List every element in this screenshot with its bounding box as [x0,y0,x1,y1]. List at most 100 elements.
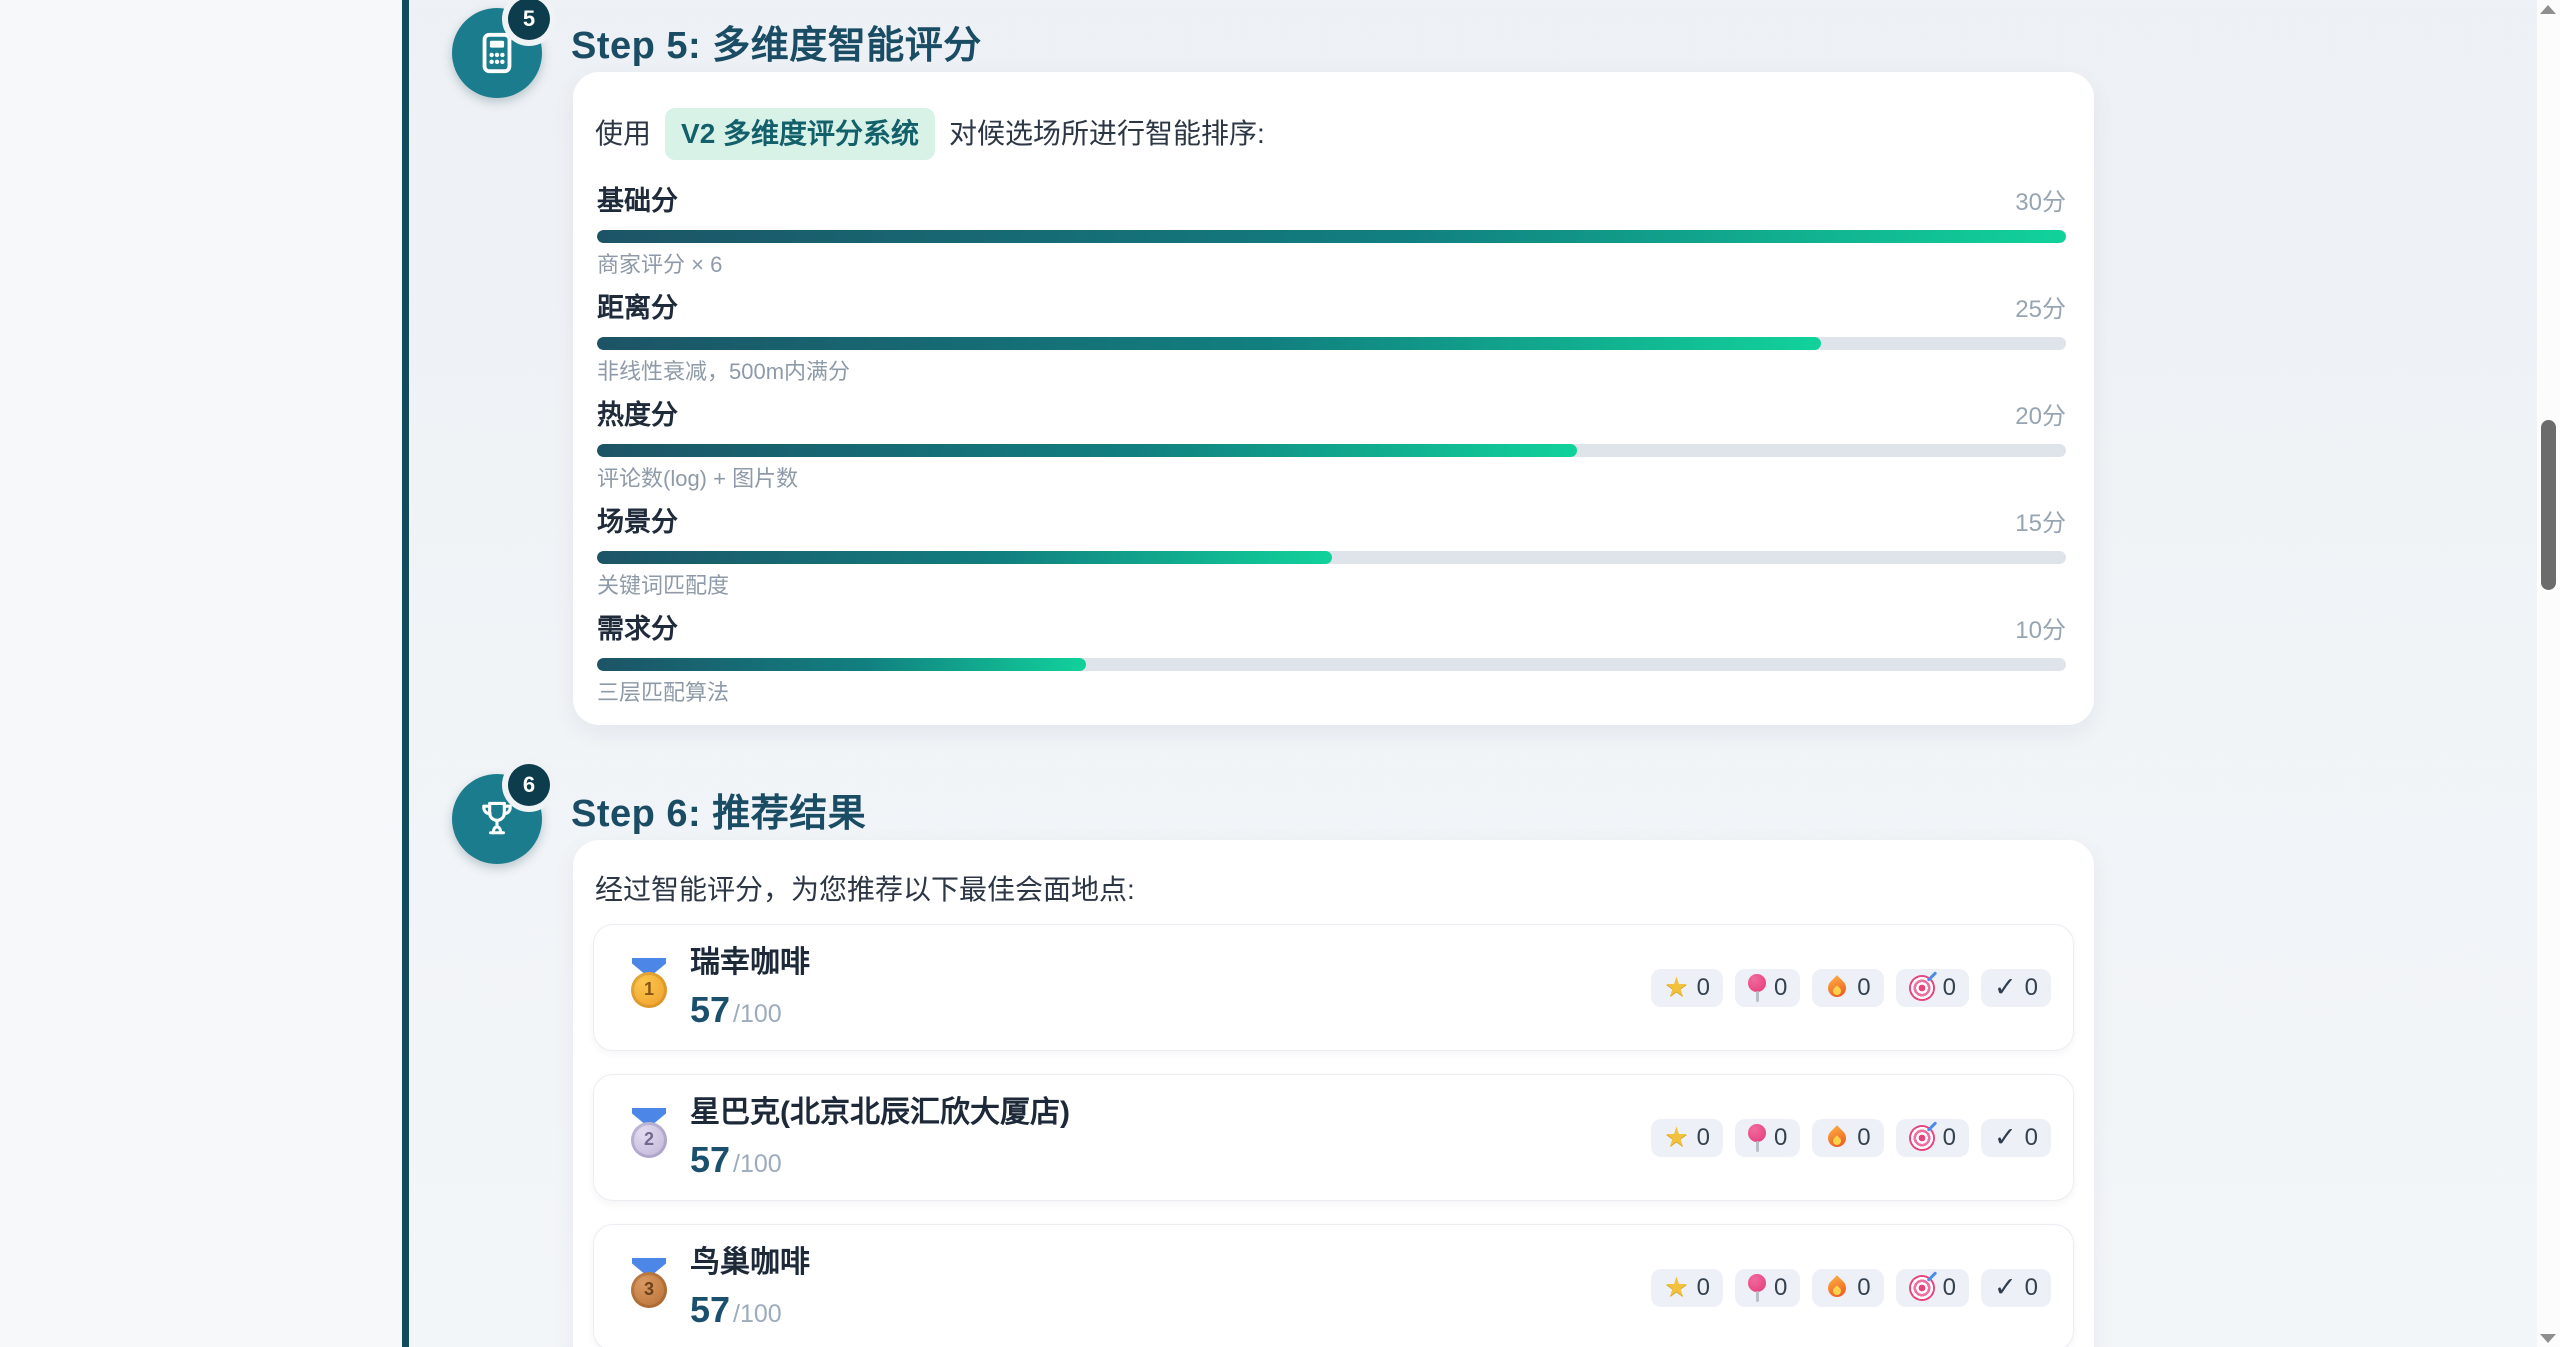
step5-marker: 5 [452,8,542,98]
check-icon [1994,1274,2017,1301]
stat-count: 0 [1943,1124,1956,1152]
score-points: 25分 [2015,293,2066,327]
score-label: 基础分 [597,184,678,218]
scrollbar-thumb[interactable] [2541,420,2556,590]
stat-badges: 0 0 0 0 0 [1651,1119,2051,1157]
medal-icon: 2 [624,1106,674,1170]
score-label: 距离分 [597,291,678,325]
fire-icon [1825,1275,1849,1301]
score-bar-fill [597,230,2066,243]
stat-count: 0 [1774,1124,1787,1152]
score-bar-track [597,444,2066,457]
venue-score: 57 [690,1289,730,1331]
venue-score-total: /100 [733,1150,782,1179]
score-list: 基础分 30分 商家评分 × 6 距离分 25分 非线性衰减，500m内满分 热… [597,184,2066,707]
score-points: 10分 [2015,614,2066,648]
score-bar-track [597,337,2066,350]
stat-pill: 0 [1981,1269,2051,1307]
venue-score: 57 [690,1139,730,1181]
stat-pill: 0 [1896,1269,1969,1307]
stat-count: 0 [1774,1274,1787,1302]
scrollbar-down-arrow[interactable] [2540,1334,2556,1343]
score-description: 商家评分 × 6 [597,251,2066,279]
stat-pill: 0 [1735,1119,1800,1157]
target-icon [1909,975,1935,1001]
calculator-icon [474,30,520,76]
venue-name: 瑞幸咖啡 [690,945,810,981]
pin-icon [1748,1123,1766,1153]
score-bar-track [597,551,2066,564]
step6-intro: 经过智能评分，为您推荐以下最佳会面地点: [573,840,2094,910]
star-icon [1664,1124,1688,1151]
scrollbar-up-arrow[interactable] [2540,5,2556,14]
venue-score: 57 [690,989,730,1031]
score-row: 57 /100 [690,1289,810,1331]
result-info: 星巴克(北京北辰汇欣大厦店) 57 /100 [690,1095,1070,1181]
score-item: 需求分 10分 三层匹配算法 [597,612,2066,707]
stat-pill: 0 [1651,969,1723,1007]
score-label: 需求分 [597,612,678,646]
score-header: 需求分 10分 [597,612,2066,648]
stat-count: 0 [2025,1124,2038,1152]
step5-card: 使用 V2 多维度评分系统 对候选场所进行智能排序: 基础分 30分 商家评分 … [573,72,2094,725]
score-row: 57 /100 [690,989,810,1031]
stat-pill: 0 [1735,969,1800,1007]
stat-pill: 0 [1812,969,1883,1007]
timeline-rail [402,0,409,1347]
step5-title: Step 5: 多维度智能评分 [571,14,982,69]
score-bar-track [597,658,2066,671]
score-points: 20分 [2015,400,2066,434]
score-header: 场景分 15分 [597,505,2066,541]
score-bar-track [597,230,2066,243]
stat-count: 0 [1697,974,1710,1002]
score-label: 热度分 [597,398,678,432]
stat-pill: 0 [1981,1119,2051,1157]
stat-badges: 0 0 0 0 0 [1651,969,2051,1007]
medal-icon: 3 [624,1256,674,1320]
check-icon [1994,974,2017,1001]
target-icon [1909,1275,1935,1301]
stat-pill: 0 [1812,1119,1883,1157]
step6-marker: 6 [452,774,542,864]
score-description: 非线性衰减，500m内满分 [597,358,2066,386]
step5-number-badge: 5 [508,0,550,40]
score-bar-fill [597,658,1086,671]
score-item: 距离分 25分 非线性衰减，500m内满分 [597,291,2066,386]
trophy-icon [475,797,519,841]
stat-count: 0 [1697,1274,1710,1302]
medal-icon: 1 [624,956,674,1020]
result-info: 瑞幸咖啡 57 /100 [690,945,810,1031]
target-icon [1909,1125,1935,1151]
fire-icon [1825,975,1849,1001]
star-icon [1664,1274,1688,1301]
score-item: 场景分 15分 关键词匹配度 [597,505,2066,600]
score-description: 关键词匹配度 [597,572,2066,600]
stat-count: 0 [1857,974,1870,1002]
stat-pill: 0 [1896,1119,1969,1157]
result-card[interactable]: 1 瑞幸咖啡 57 /100 0 0 0 0 0 [593,924,2074,1051]
result-card[interactable]: 2 星巴克(北京北辰汇欣大厦店) 57 /100 0 0 0 0 0 [593,1074,2074,1201]
stat-pill: 0 [1651,1119,1723,1157]
score-header: 热度分 20分 [597,398,2066,434]
stat-count: 0 [1857,1274,1870,1302]
intro-suffix: 对候选场所进行智能排序: [949,112,1265,156]
score-item: 热度分 20分 评论数(log) + 图片数 [597,398,2066,493]
intro-text: 经过智能评分，为您推荐以下最佳会面地点: [595,870,1135,910]
intro-prefix: 使用 [595,112,651,156]
score-description: 评论数(log) + 图片数 [597,465,2066,493]
result-info: 鸟巢咖啡 57 /100 [690,1245,810,1331]
score-bar-fill [597,551,1332,564]
score-header: 距离分 25分 [597,291,2066,327]
pin-icon [1748,1273,1766,1303]
stat-count: 0 [1943,974,1956,1002]
scrollbar-track[interactable] [2537,0,2560,1347]
v2-system-badge: V2 多维度评分系统 [665,108,935,160]
score-bar-fill [597,337,1821,350]
score-header: 基础分 30分 [597,184,2066,220]
check-icon [1994,1124,2017,1151]
medal-rank: 2 [631,1122,667,1158]
score-label: 场景分 [597,505,678,539]
result-card[interactable]: 3 鸟巢咖啡 57 /100 0 0 0 0 0 [593,1224,2074,1347]
score-points: 15分 [2015,507,2066,541]
stat-pill: 0 [1896,969,1969,1007]
